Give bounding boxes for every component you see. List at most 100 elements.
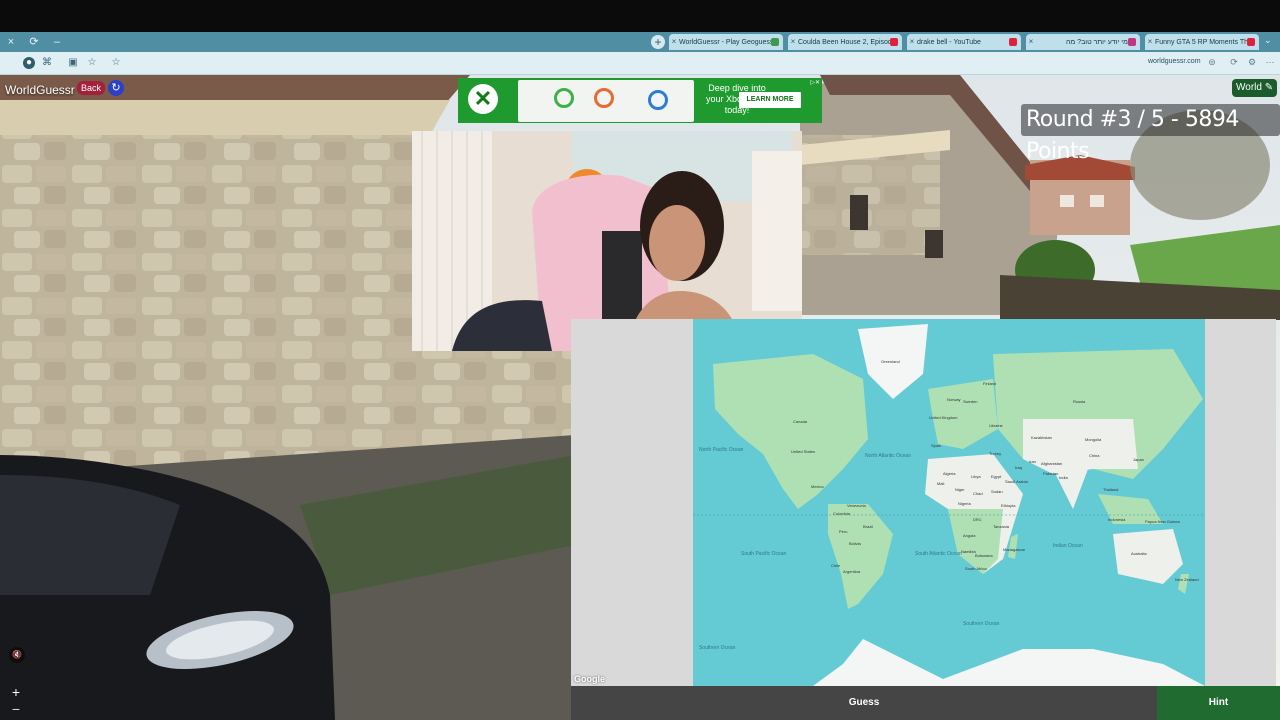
url-text[interactable]: worldguessr.com [1148, 58, 1201, 65]
tab-close-icon[interactable]: × [669, 34, 679, 50]
country-label: Iran [1029, 459, 1036, 464]
country-label: Indonesia [1108, 517, 1126, 522]
tab-menu-chevron-icon[interactable]: ⌄ [1264, 35, 1272, 46]
bookmark-icon[interactable]: ☆ [86, 57, 98, 69]
tab-close-icon[interactable]: × [907, 34, 917, 50]
ocean-label: South Pacific Ocean [741, 551, 787, 557]
extension-icon[interactable]: ⌘ [41, 57, 53, 69]
minimize-icon[interactable]: – [49, 34, 65, 50]
tab-close-icon[interactable]: × [1026, 34, 1036, 50]
country-label: Chad [973, 491, 983, 496]
tab-close-icon[interactable]: × [1145, 34, 1155, 50]
country-label: Ethiopia [1001, 503, 1016, 508]
world-map-graphic[interactable] [693, 319, 1205, 686]
logo-text: WorldGuessr [5, 83, 75, 97]
google-attribution: Google [574, 674, 605, 684]
sound-muted-icon[interactable]: 🔇 [9, 647, 25, 663]
adchoices-icon[interactable]: ▷✕ [810, 79, 820, 86]
country-label: Peru [839, 529, 848, 534]
country-label: Australia [1131, 551, 1147, 556]
refresh-page-icon[interactable]: ⟳ [1228, 57, 1240, 69]
country-label: Sudan [991, 489, 1003, 494]
world-map[interactable]: North Atlantic Ocean North Pacific Ocean… [693, 319, 1205, 686]
close-window-icon[interactable]: × [3, 34, 19, 50]
country-label: Japan [1133, 457, 1144, 462]
country-label: Angola [963, 533, 976, 538]
country-label: Papua New Guinea [1145, 519, 1180, 524]
xbox-logo-icon: ✕ [468, 84, 498, 114]
profile-icon[interactable]: ● [23, 57, 35, 69]
game-mode-button[interactable]: World ✎ [1232, 79, 1278, 97]
tab-title: Coulda Been House 2, Episode [798, 39, 896, 46]
country-label: Brazil [863, 524, 874, 529]
country-label: Canada [793, 419, 808, 424]
tab-title: WorldGuessr - Play Geoguessr [679, 39, 776, 46]
tab-title: drake bell - YouTube [917, 39, 981, 46]
refresh-icon[interactable]: ↻ [108, 80, 124, 96]
tab-drake-bell[interactable]: × drake bell - YouTube [907, 34, 1021, 50]
reload-icon[interactable]: ⟳ [26, 34, 42, 50]
tab-coulda-been-house[interactable]: × Coulda Been House 2, Episode [788, 34, 902, 50]
page-icon[interactable]: ▣ [67, 57, 79, 69]
ocean-label: South Atlantic Ocean [915, 551, 962, 557]
window-topbar [0, 0, 1280, 32]
ocean-label: Southern Ocean [699, 645, 736, 651]
tab-gta-rp[interactable]: × Funny GTA 5 RP Moments That [1145, 34, 1259, 50]
country-label: India [1059, 475, 1068, 480]
tab-close-icon[interactable]: × [788, 34, 798, 50]
country-label: Mongolia [1085, 437, 1102, 442]
back-button[interactable]: Back [77, 81, 106, 95]
country-label: Norway [947, 397, 961, 402]
address-bar[interactable] [0, 52, 1280, 75]
country-label: Botswana [975, 553, 993, 558]
country-label: Chile [831, 563, 841, 568]
country-label: Venezuela [847, 503, 866, 508]
country-label: Libya [971, 474, 981, 479]
country-label: New Zealand [1175, 577, 1199, 582]
menu-icon[interactable]: ⋯ [1264, 57, 1276, 69]
country-label: South Africa [965, 566, 987, 571]
game-logo[interactable]: WorldGuessr [5, 81, 75, 97]
country-label: Algeria [943, 471, 956, 476]
hint-button[interactable]: Hint [1157, 686, 1280, 720]
webcam-feed [412, 131, 802, 351]
tab-favicon-icon [771, 38, 779, 46]
country-label: Saudi Arabia [1005, 479, 1028, 484]
tab-favicon-icon [890, 38, 898, 46]
country-label: Mexico [811, 484, 824, 489]
settings-icon[interactable]: ⚙ [1246, 57, 1258, 69]
country-label: Madagascar [1003, 547, 1026, 552]
ad-screenshot [518, 80, 694, 122]
country-label: Nigeria [958, 501, 971, 506]
star-icon[interactable]: ☆ [110, 57, 122, 69]
country-label: Greenland [881, 359, 900, 364]
country-label: Tanzania [993, 524, 1010, 529]
country-label: Namibia [961, 549, 976, 554]
guess-map[interactable]: North Atlantic Ocean North Pacific Ocean… [571, 319, 1276, 686]
ocean-label: North Pacific Ocean [699, 447, 744, 453]
webcam-overlay [412, 131, 802, 351]
country-label: Russia [1073, 399, 1086, 404]
country-label: United States [791, 449, 816, 454]
tab-hebrew-video[interactable]: × מי יודע יותר טוב? מה [1026, 34, 1140, 50]
stat-ring-icon [554, 88, 574, 108]
share-icon[interactable]: ⊜ [1206, 57, 1218, 69]
guess-button[interactable]: Guess [571, 686, 1157, 720]
country-label: Niger [955, 487, 965, 492]
new-tab-icon[interactable]: + [651, 35, 665, 49]
tab-title: מי יודע יותר טוב? מה [1066, 39, 1128, 46]
zoom-out-button[interactable]: − [8, 702, 24, 716]
country-label: Pakistan [1043, 471, 1059, 476]
tab-worldguessr[interactable]: × WorldGuessr - Play Geoguessr [669, 34, 783, 50]
country-label: United Kingdom [929, 415, 958, 420]
country-label: Ukraine [989, 423, 1003, 428]
tab-title: Funny GTA 5 RP Moments That [1155, 39, 1254, 46]
ocean-label: Indian Ocean [1053, 543, 1083, 549]
learn-more-button[interactable]: LEARN MORE [739, 92, 801, 108]
zoom-in-button[interactable]: + [8, 684, 24, 700]
stat-ring-icon [648, 90, 668, 110]
ad-banner[interactable]: ✕ Deep dive into your Xbox stats today! … [458, 78, 822, 123]
country-label: Sweden [963, 399, 978, 404]
tab-favicon-icon [1009, 38, 1017, 46]
country-label: Spain [931, 443, 942, 448]
